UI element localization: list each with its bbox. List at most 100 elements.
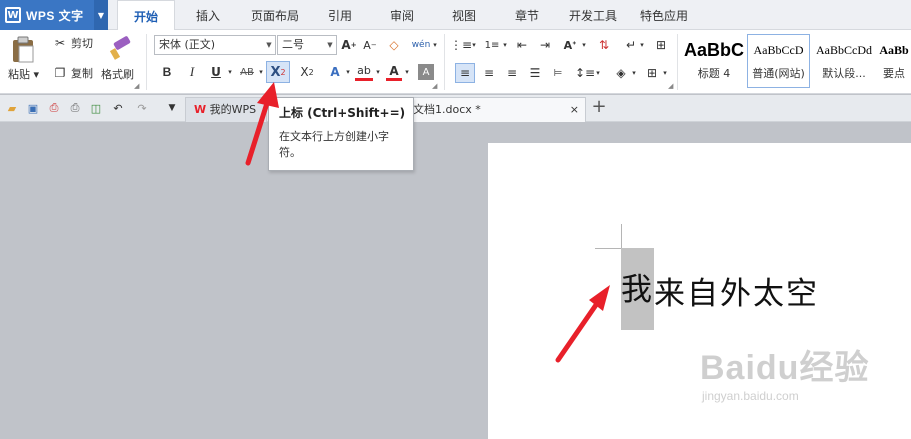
- line-spacing-icon[interactable]: ↕≡: [575, 64, 595, 82]
- style-normal-web[interactable]: AaBbCcD 普通(网站): [747, 34, 810, 88]
- text-effect-dropdown-icon[interactable]: ▾: [344, 65, 352, 79]
- table-grid-icon[interactable]: ⊞: [653, 37, 669, 53]
- line-spacing-dropdown-icon[interactable]: ▾: [594, 66, 602, 80]
- document-text-rest[interactable]: 来自外太空: [654, 268, 819, 313]
- superscript-tooltip: 上标 (Ctrl+Shift+=) 在文本行上方创建小字符。: [268, 97, 414, 171]
- shrink-font-icon[interactable]: A −: [362, 37, 378, 53]
- grow-font-icon[interactable]: A +: [341, 37, 357, 53]
- open-folder-icon[interactable]: ▰: [4, 100, 20, 116]
- font-size-select[interactable]: 二号 ▼: [277, 35, 337, 55]
- tab-page-layout[interactable]: 页面布局: [240, 0, 310, 30]
- baidu-watermark: Baidu经验 jingyan.baidu.com: [700, 340, 870, 403]
- tab-my-wps[interactable]: W 我的WPS: [185, 97, 267, 122]
- tab-chapter[interactable]: 章节: [505, 0, 549, 30]
- align-left-icon[interactable]: ≡: [455, 63, 475, 83]
- save-icon[interactable]: ▣: [25, 100, 41, 116]
- paste-button[interactable]: [8, 34, 38, 64]
- italic-button[interactable]: I: [183, 63, 201, 81]
- style-heading4[interactable]: AaBbC 标题 4: [682, 34, 746, 88]
- pinyin-guide-icon[interactable]: wén: [411, 36, 431, 54]
- justify-icon[interactable]: ☰: [526, 64, 544, 82]
- distribute-icon[interactable]: ⊨: [549, 64, 567, 82]
- change-case-icon[interactable]: Aᐩ: [561, 37, 579, 53]
- app-dropdown-icon[interactable]: ▼: [94, 0, 108, 30]
- highlight-icon[interactable]: ab: [355, 63, 373, 81]
- tooltip-title: 上标 (Ctrl+Shift+=): [279, 106, 406, 120]
- print-icon[interactable]: ⎙: [67, 100, 83, 116]
- watermark-brand: Baidu经验: [700, 349, 870, 387]
- show-marks-dropdown-icon[interactable]: ▾: [638, 39, 646, 51]
- style-key-point[interactable]: AaBb 要点: [877, 34, 911, 88]
- tab-home[interactable]: 开始: [117, 0, 175, 31]
- numbered-dropdown-icon[interactable]: ▾: [501, 39, 509, 51]
- clipboard-launcher-icon[interactable]: ◢: [134, 82, 139, 90]
- separator: [146, 34, 147, 90]
- char-shading-icon[interactable]: A: [418, 64, 434, 80]
- paste-label[interactable]: 粘贴 ▾: [8, 66, 39, 82]
- superscript-button[interactable]: X2: [266, 61, 290, 83]
- text-effect-icon[interactable]: A: [326, 63, 344, 81]
- selected-character[interactable]: 我: [621, 248, 654, 330]
- customize-toolbar-icon[interactable]: ▼: [164, 100, 180, 116]
- copy-icon: ❐: [54, 66, 66, 80]
- shading-bucket-icon[interactable]: ◈: [612, 64, 630, 82]
- tab-review[interactable]: 审阅: [380, 0, 424, 30]
- print-preview-icon[interactable]: ◫: [88, 100, 104, 116]
- tab-document1[interactable]: 文档1.docx * ×: [406, 97, 586, 122]
- strikethrough-button[interactable]: AB: [237, 63, 257, 81]
- wps-brand-icon: W: [194, 103, 207, 116]
- margin-corner-mark: [595, 248, 621, 249]
- format-painter-label[interactable]: 格式刷: [101, 66, 134, 82]
- strikethrough-dropdown-icon[interactable]: ▾: [257, 65, 265, 79]
- show-marks-icon[interactable]: ↵: [623, 37, 639, 53]
- ribbon: 粘贴 ▾ ✂ 剪切 ❐ 复制 格式刷 ◢ 宋体 (正文) ▼ 二号 ▼ A + A − ◇ …: [0, 30, 911, 94]
- format-painter-button[interactable]: [106, 34, 136, 62]
- scissors-icon: ✂: [54, 36, 66, 50]
- decrease-indent-icon[interactable]: ⇤: [514, 37, 530, 53]
- sort-icon[interactable]: ⇅: [596, 37, 612, 53]
- borders-dropdown-icon[interactable]: ▾: [661, 66, 669, 80]
- font-color-dropdown-icon[interactable]: ▾: [403, 65, 411, 79]
- export-pdf-icon[interactable]: ⎙: [46, 100, 62, 116]
- style-default-paragraph[interactable]: AaBbCcDd 默认段...: [812, 34, 876, 88]
- tooltip-body: 在文本行上方创建小字符。: [279, 130, 389, 159]
- align-right-icon[interactable]: ≡: [503, 64, 521, 82]
- paragraph-launcher-icon[interactable]: ◢: [668, 82, 673, 90]
- watermark-url: jingyan.baidu.com: [702, 389, 799, 403]
- increase-indent-icon[interactable]: ⇥: [537, 37, 553, 53]
- cut-button[interactable]: ✂ 剪切: [52, 35, 93, 51]
- separator: [444, 34, 445, 90]
- bullet-dropdown-icon[interactable]: ▾: [470, 39, 478, 51]
- pinyin-dropdown-icon[interactable]: ▾: [430, 37, 440, 53]
- app-title: WPS 文字: [26, 8, 84, 23]
- font-color-icon[interactable]: A: [386, 63, 402, 81]
- tab-view[interactable]: 视图: [442, 0, 486, 30]
- tab-references[interactable]: 引用: [318, 0, 362, 30]
- tab-insert[interactable]: 插入: [184, 0, 232, 30]
- undo-icon[interactable]: ↶: [110, 100, 126, 116]
- numbered-list-icon[interactable]: 1≡: [483, 37, 501, 53]
- shading-dropdown-icon[interactable]: ▾: [630, 66, 638, 80]
- copy-button[interactable]: ❐ 复制: [52, 65, 93, 81]
- document-text[interactable]: 我来自外太空: [621, 248, 819, 330]
- align-center-icon[interactable]: ≡: [480, 64, 498, 82]
- subscript-button[interactable]: X2: [296, 63, 318, 81]
- close-tab-icon[interactable]: ×: [570, 98, 579, 121]
- tab-developer[interactable]: 开发工具: [562, 0, 624, 30]
- underline-button[interactable]: U: [207, 63, 225, 81]
- bullet-list-icon[interactable]: ⋮≡: [450, 37, 472, 53]
- app-menu-button[interactable]: W WPS 文字 ▼: [0, 0, 108, 30]
- highlight-dropdown-icon[interactable]: ▾: [374, 65, 382, 79]
- change-case-dropdown-icon[interactable]: ▾: [580, 39, 588, 51]
- font-name-select[interactable]: 宋体 (正文) ▼: [154, 35, 276, 55]
- bold-button[interactable]: B: [158, 63, 176, 81]
- new-tab-button[interactable]: +: [591, 96, 607, 117]
- underline-dropdown-icon[interactable]: ▾: [226, 65, 234, 79]
- redo-icon[interactable]: ↷: [134, 100, 150, 116]
- font-launcher-icon[interactable]: ◢: [432, 82, 437, 90]
- clipboard-icon: [13, 36, 34, 63]
- clear-format-icon[interactable]: ◇: [386, 37, 402, 53]
- borders-icon[interactable]: ⊞: [643, 64, 661, 82]
- menu-bar: W WPS 文字 ▼ 开始 插入 页面布局 引用 审阅 视图 章节 开发工具 特…: [0, 0, 911, 31]
- tab-special[interactable]: 特色应用: [634, 0, 694, 30]
